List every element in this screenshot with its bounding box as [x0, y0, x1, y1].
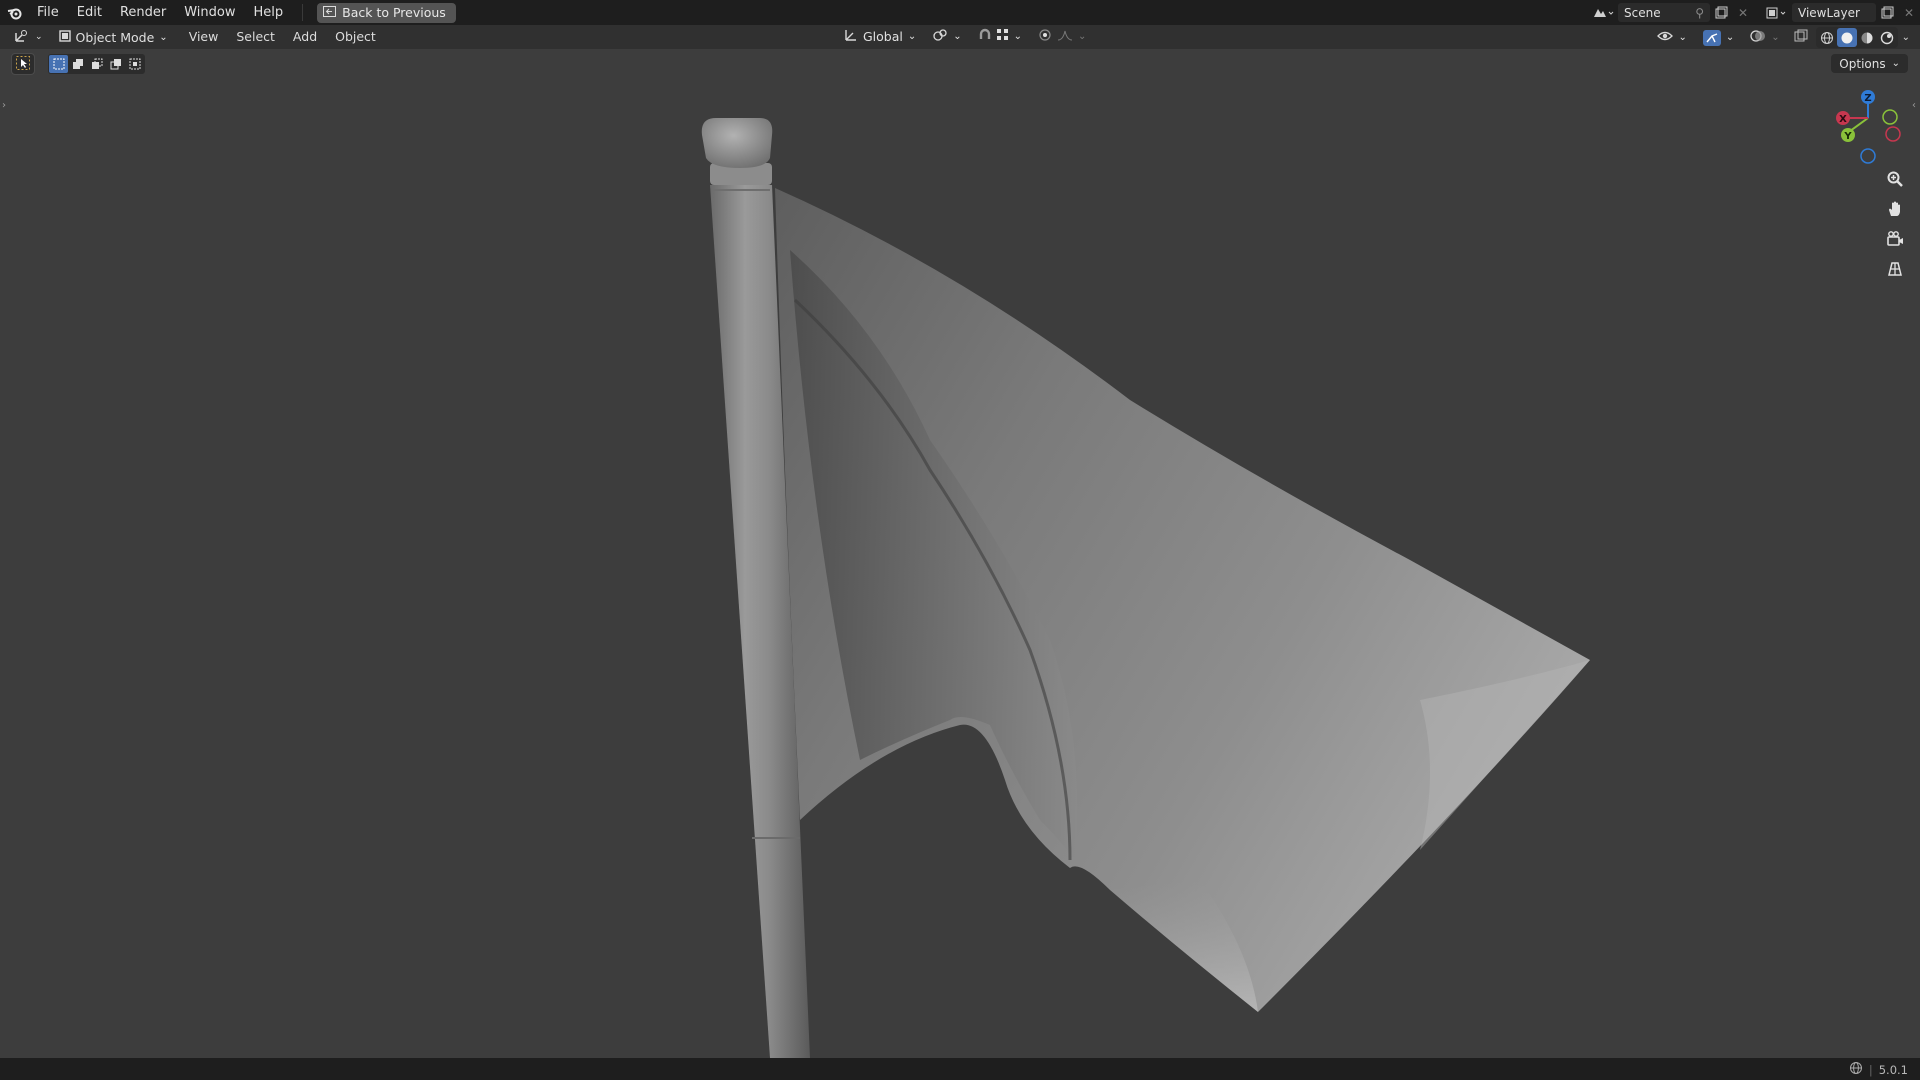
scene-viewlayer-group: Scene ⚲ ✕ ViewLayer ✕ [1588, 0, 1920, 25]
menu-window[interactable]: Window [175, 0, 244, 25]
new-scene-icon[interactable] [1710, 3, 1732, 22]
object-mode-icon [58, 29, 71, 45]
visibility-icon [1657, 30, 1674, 45]
xray-toggle[interactable] [1790, 28, 1812, 47]
separator [302, 4, 304, 21]
pivot-point-selector[interactable]: ⌄ [926, 27, 967, 46]
gizmo-icon [1702, 29, 1721, 46]
scene-name-field[interactable]: Scene ⚲ [1618, 3, 1710, 22]
overlay-icon [1750, 29, 1766, 46]
header-menu-select[interactable]: Select [227, 25, 284, 49]
shading-options-chevron-icon[interactable]: ⌄ [1902, 32, 1910, 43]
snap-toggle[interactable]: ⌄ [972, 27, 1028, 46]
solid-shading-icon[interactable] [1836, 28, 1857, 47]
orientation-icon [844, 28, 858, 45]
viewport-canvas[interactable]: Z X Y [0, 49, 1920, 1058]
header-menu-view[interactable]: View [180, 25, 228, 49]
pan-button[interactable] [1882, 198, 1908, 224]
chevron-down-icon: ⌄ [159, 31, 168, 43]
snap-icon [978, 28, 992, 45]
gizmo-neg-z-axis[interactable] [1860, 148, 1876, 164]
snap-grid-icon [996, 29, 1009, 44]
editor-type-icon [14, 29, 30, 46]
material-shading-icon[interactable] [1857, 28, 1877, 47]
gizmo-toggle[interactable]: ⌄ [1697, 28, 1740, 47]
scene-name: Scene [1624, 5, 1661, 20]
zoom-button[interactable] [1882, 168, 1908, 194]
menu-edit[interactable]: Edit [68, 0, 111, 25]
new-view-layer-icon[interactable] [1876, 3, 1898, 22]
mode-selector[interactable]: Object Mode ⌄ [53, 28, 174, 47]
cloth-flag [775, 188, 1590, 1012]
network-icon [1849, 1061, 1863, 1078]
viewport-header: ⌄ Object Mode ⌄ View Select Add Object G… [0, 25, 1920, 49]
header-menu-object[interactable]: Object [326, 25, 385, 49]
camera-view-button[interactable] [1882, 228, 1908, 254]
gizmo-z-label: Z [1864, 93, 1871, 104]
zoom-icon [1886, 170, 1904, 192]
chevron-down-icon: ⌄ [907, 31, 917, 42]
version-label: 5.0.1 [1878, 1062, 1908, 1077]
menu-file[interactable]: File [28, 0, 68, 25]
orientation-label: Global [863, 29, 903, 44]
pin-icon[interactable]: ⚲ [1695, 6, 1704, 20]
proportional-editing-toggle[interactable]: ⌄ [1032, 27, 1092, 46]
view-layer-name: ViewLayer [1798, 5, 1860, 20]
object-visibility-button[interactable]: ⌄ [1651, 28, 1692, 47]
scene-selector-icon[interactable] [1588, 3, 1618, 22]
falloff-icon [1057, 29, 1073, 44]
gizmo-y-label: Y [1843, 131, 1852, 142]
mode-label: Object Mode [75, 29, 155, 45]
transform-orientation-selector[interactable]: Global ⌄ [838, 27, 922, 46]
shading-mode-group [1815, 27, 1898, 48]
gizmo-neg-x-axis[interactable] [1885, 126, 1901, 142]
view-layer-selector-icon[interactable] [1762, 3, 1792, 22]
back-to-previous-label: Back to Previous [342, 5, 446, 20]
version-info: | 5.0.1 [1849, 1061, 1908, 1078]
rendered-shading-icon[interactable] [1877, 28, 1897, 47]
gizmo-neg-y-axis[interactable] [1882, 109, 1898, 125]
pivot-icon [932, 28, 948, 45]
xray-icon [1794, 29, 1808, 46]
axis-gizmo[interactable]: Z X Y [1836, 90, 1901, 164]
wireframe-shading-icon[interactable] [1817, 28, 1837, 47]
menu-help[interactable]: Help [245, 0, 293, 25]
back-icon [323, 5, 337, 20]
delete-view-layer-icon[interactable]: ✕ [1898, 3, 1920, 22]
gizmo-x-label: X [1839, 114, 1847, 125]
back-to-previous-button[interactable]: Back to Previous [317, 2, 456, 23]
overlay-toggle[interactable]: ⌄ [1744, 28, 1785, 47]
pan-hand-icon [1886, 200, 1904, 222]
view-layer-field[interactable]: ViewLayer [1792, 3, 1876, 22]
grid-view-icon [1886, 260, 1904, 282]
blender-logo-icon[interactable] [2, 0, 28, 25]
ortho-toggle-button[interactable] [1882, 258, 1908, 284]
proportional-icon [1038, 28, 1052, 45]
header-menu-add[interactable]: Add [284, 25, 326, 49]
top-bar: File Edit Render Window Help Back to Pre… [0, 0, 1920, 25]
editor-type-button[interactable]: ⌄ [8, 28, 49, 47]
delete-scene-icon[interactable]: ✕ [1732, 3, 1754, 22]
status-bar: | 5.0.1 [0, 1058, 1920, 1080]
camera-icon [1886, 230, 1904, 252]
menu-render[interactable]: Render [111, 0, 175, 25]
